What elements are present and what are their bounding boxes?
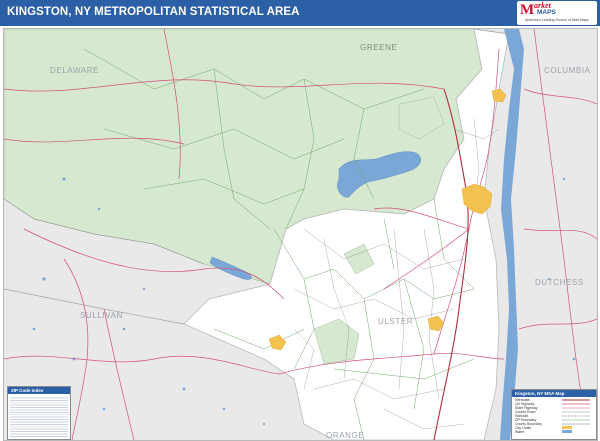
county-label-dutchess: DUTCHESS: [535, 278, 584, 287]
legend-symbols: [562, 399, 590, 433]
legend-item: Water: [515, 430, 525, 434]
logo-tagline: America's Leading Source of Wall Maps: [525, 18, 589, 22]
county-label-ulster: ULSTER: [378, 317, 413, 326]
county-label-greene: GREENE: [360, 43, 397, 52]
county-label-orange: ORANGE: [326, 431, 364, 440]
legend-title: Kingston, NY MSA Map: [512, 390, 596, 397]
county-label-columbia: COLUMBIA: [544, 66, 591, 75]
map-canvas: DELAWARE GREENE COLUMBIA DUTCHESS SULLIV…: [4, 29, 597, 440]
logo-mark: M: [520, 2, 535, 18]
county-label-delaware: DELAWARE: [50, 66, 99, 75]
county-label-sullivan: SULLIVAN: [80, 311, 123, 320]
logo-text-maps: MAPS: [537, 9, 556, 16]
market-maps-logo[interactable]: M arket MAPS America's Leading Source of…: [517, 1, 597, 25]
zip-table-title: ZIP Code Index: [8, 387, 70, 394]
zip-table-rows: [10, 396, 68, 437]
title-bar: KINGSTON, NY METROPOLITAN STATISTICAL AR…: [0, 0, 600, 26]
map-frame[interactable]: DELAWARE GREENE COLUMBIA DUTCHESS SULLIV…: [3, 28, 598, 441]
map-legend: Kingston, NY MSA Map Interstate US Highw…: [511, 389, 597, 440]
map-title: KINGSTON, NY METROPOLITAN STATISTICAL AR…: [7, 6, 300, 18]
zip-code-table: ZIP Code Index: [7, 386, 71, 440]
